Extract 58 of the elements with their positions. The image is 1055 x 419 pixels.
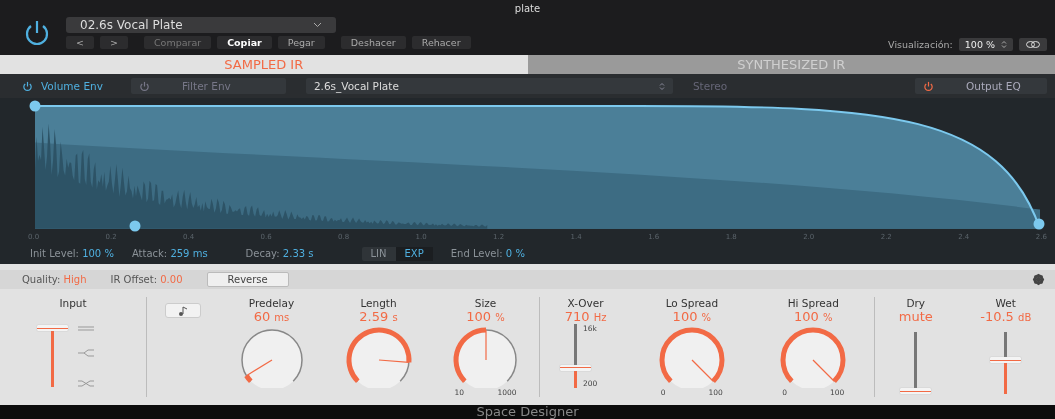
xover-value: 710 Hz: [564, 309, 607, 324]
mix-label: Wet: [995, 297, 1016, 309]
envelope-handle[interactable]: [29, 100, 41, 112]
ir-offset-label: IR Offset: 0.00: [110, 273, 183, 285]
input-mode-icons-drawing[interactable]: [75, 325, 96, 389]
toolbar-button[interactable]: Rehacer: [411, 35, 471, 49]
reverse-button[interactable]: Reverse: [206, 271, 289, 287]
knob-label: Length: [360, 297, 397, 309]
fader-handle[interactable]: [900, 388, 932, 394]
knob-value: 100 %: [794, 309, 833, 324]
preset-dropdown[interactable]: 02.6s Vocal Plate: [66, 16, 336, 33]
toolbar-button[interactable]: Copiar: [217, 35, 272, 49]
knob-value: 100 %: [466, 309, 505, 324]
link-icon: [1025, 40, 1041, 50]
note-icon: [176, 305, 189, 316]
xover-label: X-Over: [567, 297, 604, 309]
volume-env-label[interactable]: Volume Env: [41, 80, 103, 93]
toolbar-button[interactable]: <: [66, 35, 94, 49]
fader-handle[interactable]: [990, 357, 1022, 364]
output-eq-button[interactable]: Output EQ: [915, 78, 1047, 95]
view-label: Visualización:: [888, 39, 953, 51]
mix-value: -10.5 dB: [980, 309, 1032, 324]
link-button[interactable]: [1019, 38, 1047, 52]
chevron-icon: [313, 21, 322, 28]
plugin-name: Space Designer: [476, 405, 579, 419]
up-down-icon: [1001, 40, 1007, 50]
toolbar-button[interactable]: Deshacer: [340, 35, 406, 49]
toolbar-button[interactable]: Pegar: [277, 35, 325, 49]
knob-value: 100 %: [672, 309, 712, 324]
envelope-param: End Level: 0 %: [450, 248, 525, 260]
ir-file-dropdown[interactable]: 2.6s_Vocal Plate: [305, 78, 673, 95]
envelope-handle[interactable]: [129, 220, 141, 232]
zoom-dropdown[interactable]: 100 %: [958, 38, 1013, 52]
envelope-param: Attack: 259 ms: [131, 248, 208, 260]
curve-toggle[interactable]: EXP: [395, 246, 433, 261]
toolbar-button[interactable]: >: [99, 35, 128, 49]
knob-label: Hi Spread: [787, 297, 839, 309]
quality-label: Quality: High: [22, 273, 87, 285]
tempo-sync-button[interactable]: [164, 303, 201, 318]
envelope-param: Decay: 2.33 s: [245, 248, 314, 260]
knob-label: Size: [474, 297, 497, 309]
up-down-icon: [658, 81, 665, 91]
mix-value: mute: [898, 309, 933, 324]
power-icon[interactable]: [22, 80, 33, 92]
knob-value: 60 ms: [253, 309, 290, 324]
envelope-param: Init Level: 100 %: [30, 248, 114, 260]
envelope-handle[interactable]: [1033, 218, 1045, 230]
knob-label: Predelay: [248, 297, 295, 309]
stereo-label: Stereo: [692, 80, 728, 93]
mix-label: Dry: [906, 297, 926, 309]
fader-handle[interactable]: [36, 325, 68, 331]
envelope-graph[interactable]: [29, 100, 1046, 234]
knob-value: 2.59 s: [359, 309, 398, 324]
curve-toggle[interactable]: LIN: [361, 246, 396, 261]
power-icon[interactable]: [923, 80, 934, 92]
fader-handle[interactable]: [559, 364, 591, 371]
knob-label: Lo Spread: [665, 297, 719, 309]
input-label: Input: [59, 297, 87, 309]
